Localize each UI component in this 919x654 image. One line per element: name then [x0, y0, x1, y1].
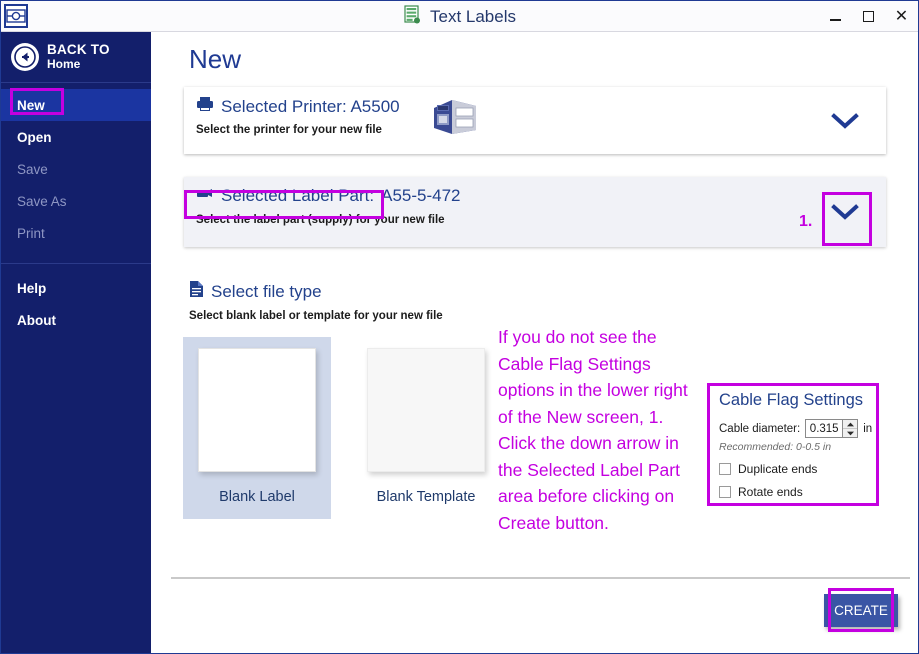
back-to-home-button[interactable]: BACK TO Home: [1, 32, 151, 83]
cable-flag-settings-panel: Cable Flag Settings Cable diameter: 0.31…: [707, 383, 879, 506]
sidebar-nav: New Open Save Save As Print Help About: [1, 83, 151, 336]
file-type-option-blank-template[interactable]: Blank Template: [352, 337, 500, 519]
selected-label-part-card[interactable]: Selected Label Part: A55-5-472 Select th…: [184, 177, 886, 247]
selected-label-part-headline: Selected Label Part: A55-5-472: [196, 186, 461, 206]
minimize-button[interactable]: [819, 1, 852, 32]
sidebar-item-help[interactable]: Help: [1, 272, 151, 304]
page-title: New: [189, 44, 241, 75]
main-content: New Selected Printer: A5500: [151, 32, 918, 653]
selected-label-part-label: Selected Label Part:: [221, 186, 374, 206]
sidebar-item-save-label: Save: [17, 162, 48, 177]
annotation-text: If you do not see the Cable Flag Setting…: [498, 324, 694, 536]
cable-diameter-label: Cable diameter:: [719, 423, 800, 435]
duplicate-ends-checkbox-row[interactable]: Duplicate ends: [719, 462, 817, 476]
back-arrow-icon: [11, 43, 39, 71]
back-to-home-line1: BACK TO: [47, 43, 110, 58]
title-bar: Text Labels ✕: [1, 1, 918, 32]
sidebar-item-save-as: Save As: [1, 185, 151, 217]
window-controls: ✕: [819, 1, 918, 32]
selected-label-part-subtitle: Select the label part (supply) for your …: [196, 214, 445, 226]
close-button[interactable]: ✕: [885, 1, 918, 32]
selected-printer-text: Selected Printer: A5500: [221, 97, 400, 117]
label-part-chevron-down-icon[interactable]: [830, 202, 860, 222]
cable-flag-settings-title: Cable Flag Settings: [719, 391, 863, 410]
blank-template-thumbnail: [367, 348, 485, 472]
sidebar-item-about[interactable]: About: [1, 304, 151, 336]
printer-icon: [196, 96, 214, 117]
text-labels-icon: [403, 5, 421, 29]
sidebar: BACK TO Home New Open Save Save As Print: [1, 32, 151, 653]
sidebar-item-save-as-label: Save As: [17, 194, 67, 209]
select-file-type-text: Select file type: [211, 282, 322, 302]
duplicate-ends-checkbox[interactable]: [719, 463, 731, 475]
selected-printer-subtitle: Select the printer for your new file: [196, 124, 382, 136]
maximize-button[interactable]: [852, 1, 885, 32]
blank-label-caption: Blank Label: [219, 489, 295, 505]
cable-diameter-value[interactable]: 0.315: [806, 420, 842, 437]
title-block: Text Labels: [1, 1, 918, 32]
duplicate-ends-label: Duplicate ends: [738, 462, 817, 476]
printer-photo: [430, 96, 478, 136]
cable-diameter-recommended: Recommended: 0-0.5 in: [719, 441, 831, 453]
selected-label-part-value: A55-5-472: [381, 186, 460, 206]
window-title: Text Labels: [430, 7, 516, 27]
cable-diameter-increment-button[interactable]: [843, 420, 857, 428]
sidebar-item-open[interactable]: Open: [1, 121, 151, 153]
label-part-icon: [196, 186, 214, 206]
create-button[interactable]: CREATE: [824, 594, 898, 627]
footer-divider: [171, 577, 910, 579]
annotation-step-number-1: 1.: [799, 213, 812, 231]
application-window: Text Labels ✕ BACK TO Home: [0, 0, 919, 654]
sidebar-item-print-label: Print: [17, 226, 45, 241]
select-file-type-subtitle: Select blank label or template for your …: [189, 310, 443, 322]
rotate-ends-label: Rotate ends: [738, 485, 803, 499]
sidebar-item-print: Print: [1, 217, 151, 249]
cable-diameter-unit: in: [863, 423, 872, 435]
document-icon: [189, 280, 204, 303]
sidebar-item-new[interactable]: New: [1, 89, 151, 121]
sidebar-item-about-label: About: [17, 313, 56, 328]
sidebar-item-open-label: Open: [17, 130, 52, 145]
blank-template-caption: Blank Template: [377, 489, 476, 505]
select-file-type-heading: Select file type: [189, 280, 322, 303]
cable-diameter-decrement-button[interactable]: [843, 428, 857, 437]
rotate-ends-checkbox-row[interactable]: Rotate ends: [719, 485, 803, 499]
file-type-option-blank-label[interactable]: Blank Label: [183, 337, 331, 519]
sidebar-item-new-label: New: [17, 98, 45, 113]
rotate-ends-checkbox[interactable]: [719, 486, 731, 498]
sidebar-item-save: Save: [1, 153, 151, 185]
selected-printer-card[interactable]: Selected Printer: A5500 Select the print…: [184, 87, 886, 154]
cable-diameter-stepper-buttons[interactable]: [842, 420, 857, 437]
back-to-home-line2: Home: [47, 58, 110, 71]
sidebar-divider: [1, 263, 151, 264]
selected-printer-headline: Selected Printer: A5500: [196, 96, 400, 117]
cable-diameter-stepper[interactable]: 0.315: [805, 419, 858, 438]
sidebar-item-help-label: Help: [17, 281, 46, 296]
blank-label-thumbnail: [198, 348, 316, 472]
cable-diameter-row: Cable diameter: 0.315 in: [719, 419, 872, 438]
printer-chevron-down-icon[interactable]: [830, 111, 860, 131]
label-app-icon[interactable]: [4, 4, 28, 28]
